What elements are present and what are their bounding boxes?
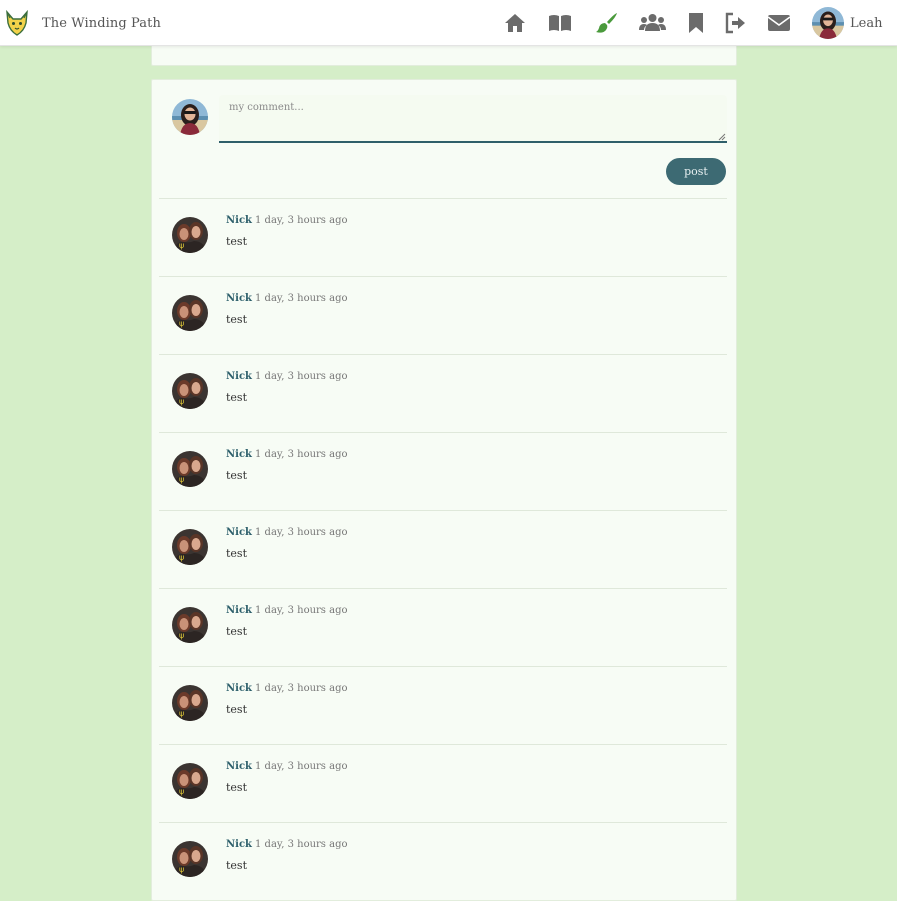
comment-item: Nick 1 day, 3 hours ago test [159, 354, 727, 432]
comment-item: Nick 1 day, 3 hours ago test [159, 510, 727, 588]
bookmark-icon[interactable] [684, 11, 708, 35]
commenter-avatar[interactable] [172, 295, 208, 331]
comment-text: test [226, 625, 247, 638]
comment-item: Nick 1 day, 3 hours ago test [159, 588, 727, 666]
user-avatar [812, 7, 844, 39]
comment-author[interactable]: Nick [226, 527, 252, 538]
comment-author[interactable]: Nick [226, 761, 252, 772]
user-name: Leah [850, 15, 883, 31]
comment-item: Nick 1 day, 3 hours ago test [159, 432, 727, 510]
comment-text: test [226, 313, 247, 326]
commenter-avatar[interactable] [172, 529, 208, 565]
comment-item: Nick 1 day, 3 hours ago test [159, 666, 727, 744]
comment-input[interactable] [219, 95, 727, 143]
sign-out-icon[interactable] [724, 11, 748, 35]
comment-text: test [226, 547, 247, 560]
commenter-avatar[interactable] [172, 685, 208, 721]
comment-timestamp: 1 day, 3 hours ago [255, 527, 348, 538]
comment-timestamp: 1 day, 3 hours ago [255, 605, 348, 616]
post-button[interactable]: post [666, 158, 726, 185]
comment-item: Nick 1 day, 3 hours ago test [159, 276, 727, 354]
comment-list: Nick 1 day, 3 hours ago test Nick 1 day,… [159, 198, 727, 900]
comments-card: post Nick 1 day, 3 hours ago test Nick 1… [151, 79, 737, 901]
commenter-avatar[interactable] [172, 763, 208, 799]
users-icon[interactable] [639, 11, 666, 35]
comment-author[interactable]: Nick [226, 215, 252, 226]
comment-text: test [226, 391, 247, 404]
comment-timestamp: 1 day, 3 hours ago [255, 293, 348, 304]
comment-text: test [226, 469, 247, 482]
comment-timestamp: 1 day, 3 hours ago [255, 215, 348, 226]
home-icon[interactable] [503, 11, 527, 35]
comment-author[interactable]: Nick [226, 839, 252, 850]
comment-timestamp: 1 day, 3 hours ago [255, 683, 348, 694]
comment-timestamp: 1 day, 3 hours ago [255, 839, 348, 850]
commenter-avatar[interactable] [172, 373, 208, 409]
comment-author[interactable]: Nick [226, 683, 252, 694]
comment-item: Nick 1 day, 3 hours ago test [159, 822, 727, 900]
commenter-avatar[interactable] [172, 451, 208, 487]
current-user-avatar [172, 99, 208, 135]
commenter-avatar[interactable] [172, 841, 208, 877]
comment-author[interactable]: Nick [226, 371, 252, 382]
comment-timestamp: 1 day, 3 hours ago [255, 761, 348, 772]
comment-text: test [226, 859, 247, 872]
commenter-avatar[interactable] [172, 217, 208, 253]
brush-icon[interactable] [595, 11, 619, 35]
comment-timestamp: 1 day, 3 hours ago [255, 371, 348, 382]
commenter-avatar[interactable] [172, 607, 208, 643]
comment-author[interactable]: Nick [226, 449, 252, 460]
comment-item: Nick 1 day, 3 hours ago test [159, 744, 727, 822]
envelope-icon[interactable] [767, 11, 791, 35]
comment-text: test [226, 703, 247, 716]
comment-text: test [226, 235, 247, 248]
comment-author[interactable]: Nick [226, 605, 252, 616]
book-icon[interactable] [548, 11, 572, 35]
comment-text: test [226, 781, 247, 794]
comment-item: Nick 1 day, 3 hours ago test [159, 198, 727, 276]
comment-timestamp: 1 day, 3 hours ago [255, 449, 348, 460]
comment-author[interactable]: Nick [226, 293, 252, 304]
user-menu[interactable]: Leah [812, 7, 882, 39]
top-navbar: The Winding Path Leah [0, 0, 897, 46]
resize-handle-icon[interactable] [718, 133, 726, 141]
